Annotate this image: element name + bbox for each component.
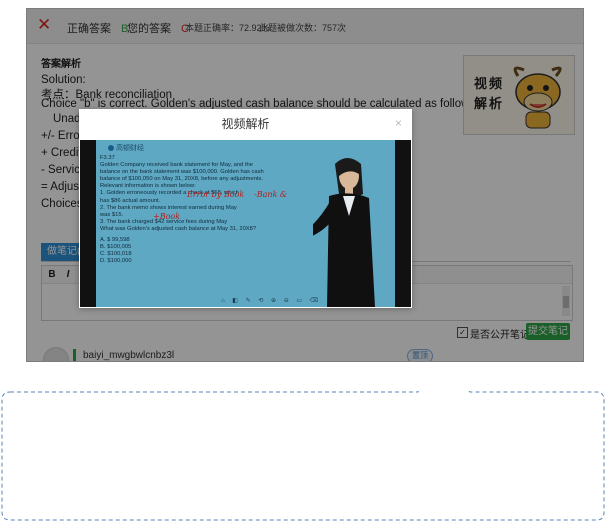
question-line: 3. The bank charged $42 service fees dur… xyxy=(100,218,228,225)
video-analysis-modal: 视频解析 × 高顿财经 F3.37 Golden Company receive… xyxy=(79,109,412,308)
handwritten-note: Error by Book xyxy=(187,190,245,199)
modal-title: 视频解析 xyxy=(221,117,270,131)
answer-option: C. $100,018 xyxy=(100,251,132,258)
question-line: Golden Company received bank statement f… xyxy=(100,162,253,169)
close-icon[interactable]: × xyxy=(395,116,402,130)
answer-option: D. $100,000 xyxy=(100,258,132,265)
question-line: What was Golden's adjusted cash balance … xyxy=(100,225,257,232)
question-text: F3.37 Golden Company received bank state… xyxy=(100,155,300,265)
handwritten-note: +Book xyxy=(153,212,181,221)
whiteboard-toolbar[interactable]: ⌂ ◧ ✎ ⟲ ⊕ ⊖ ▭ ⌫ xyxy=(221,297,321,304)
logo-dot-icon xyxy=(108,145,114,152)
handwritten-note: -Bank & xyxy=(254,190,288,199)
tooltip-callout xyxy=(1,391,605,521)
presenter-figure-icon xyxy=(313,158,375,307)
question-line: 2. The bank memo shows interest earned d… xyxy=(100,204,237,211)
board-logo-text: 高顿财经 xyxy=(116,145,144,152)
question-line: was $15. xyxy=(100,211,124,218)
question-line: F3.37 xyxy=(100,155,115,161)
answer-option: B. $100,005 xyxy=(100,244,132,251)
board-logo: 高顿财经 xyxy=(108,143,144,153)
answer-option: A. $ 99,598 xyxy=(100,237,130,244)
question-line: balance of $100,050 on May 31, 20X8, bef… xyxy=(100,176,264,183)
question-line: balance on the bank statement was $100,0… xyxy=(100,169,264,176)
video-player[interactable]: 高顿财经 F3.37 Golden Company received bank … xyxy=(80,140,411,307)
